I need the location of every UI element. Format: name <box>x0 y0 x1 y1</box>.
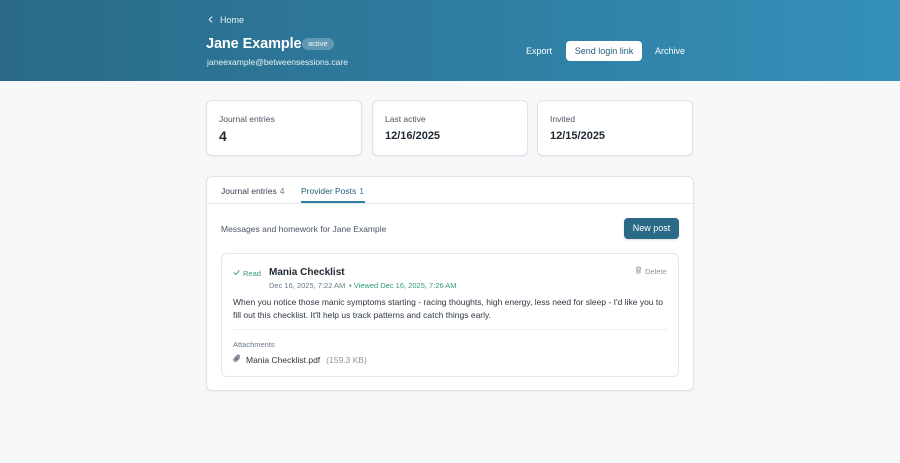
tab-count: 1 <box>359 186 365 196</box>
patient-header: Home Jane Example active janeexample@bet… <box>0 0 900 81</box>
tab-label: Provider Posts <box>301 186 357 196</box>
trash-icon <box>635 266 642 276</box>
read-status: Read <box>233 269 261 278</box>
send-login-link-button[interactable]: Send login link <box>566 41 642 61</box>
export-button[interactable]: Export <box>522 41 556 61</box>
archive-button[interactable]: Archive <box>651 41 689 61</box>
content-panel: Journal entries 4 Provider Posts 1 Message… <box>206 176 694 391</box>
tab-label: Journal entries <box>221 186 277 196</box>
stat-label: Invited <box>550 114 576 124</box>
attachment-size: (159.3 KB) <box>326 354 367 365</box>
delete-label: Delete <box>645 266 667 276</box>
patient-email: janeexample@betweensessions.care <box>207 57 348 67</box>
stat-label: Journal entries <box>219 114 275 124</box>
stat-value: 4 <box>219 128 227 144</box>
attachment-link[interactable]: Mania Checklist.pdf (159.3 KB) <box>233 353 367 366</box>
check-icon <box>233 269 240 278</box>
attachment-name: Mania Checklist.pdf <box>246 354 321 365</box>
home-link-label: Home <box>220 15 245 25</box>
tab-journal-entries[interactable]: Journal entries 4 <box>221 186 285 204</box>
active-tab-indicator <box>301 201 365 203</box>
patient-name: Jane Example <box>206 36 302 52</box>
posts-description: Messages and homework for Jane Example <box>221 224 387 234</box>
stat-value: 12/15/2025 <box>550 130 606 142</box>
stat-card-last-active: Last active 12/16/2025 <box>372 100 528 156</box>
stat-card-invited: Invited 12/15/2025 <box>537 100 693 156</box>
status-badge: active <box>302 38 334 50</box>
post-title: Mania Checklist <box>269 267 345 278</box>
tab-count: 4 <box>279 186 285 196</box>
stat-card-journal-entries: Journal entries 4 <box>206 100 362 156</box>
home-back-link[interactable]: Home <box>207 13 244 27</box>
post-card: Read Mania Checklist Dec 16, 2025, 7:22 … <box>221 253 679 377</box>
chevron-left-icon <box>207 15 214 25</box>
read-label: Read <box>243 269 261 278</box>
stat-label: Last active <box>385 114 426 124</box>
post-viewed-time: • Viewed Dec 16, 2025, 7:26 AM <box>349 281 457 290</box>
divider <box>233 329 669 330</box>
delete-post-button[interactable]: Delete <box>635 266 667 276</box>
paperclip-icon <box>233 354 241 365</box>
attachments-label: Attachments <box>233 340 275 349</box>
post-date: Dec 16, 2025, 7:22 AM <box>269 281 346 290</box>
post-body: When you notice those manic symptoms sta… <box>233 297 663 320</box>
tab-bar: Journal entries 4 Provider Posts 1 <box>207 177 693 204</box>
stat-value: 12/16/2025 <box>385 130 441 142</box>
new-post-button[interactable]: New post <box>624 218 679 239</box>
